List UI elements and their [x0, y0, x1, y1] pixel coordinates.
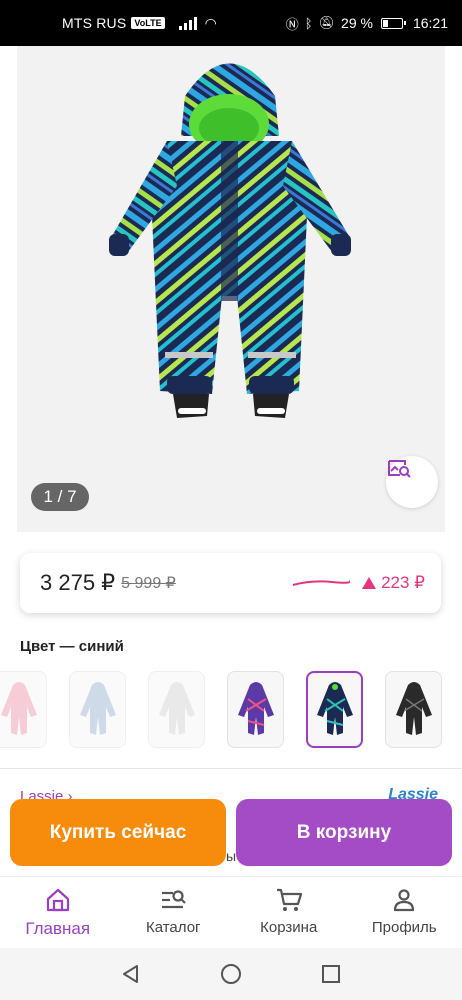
image-search-button[interactable]: [386, 456, 438, 508]
nav-catalog-label: Каталог: [145, 919, 201, 936]
recents-icon[interactable]: [320, 963, 342, 985]
signal-icon: [178, 16, 197, 30]
price-delta: 223 ₽: [362, 573, 425, 593]
price-delta-value: 223 ₽: [381, 573, 425, 592]
swatch-purple[interactable]: [227, 671, 284, 748]
product-gallery[interactable]: 1 / 7: [17, 46, 445, 532]
swatch-light-blue[interactable]: [69, 671, 126, 748]
cart-icon: [276, 888, 302, 911]
nav-home-label: Главная: [25, 919, 91, 938]
price-trend-line: [292, 580, 351, 586]
bluetooth-icon: ᛒ: [304, 15, 313, 31]
status-bar: MTS RUS VoLTE ◠ Ⓝ ᛒ 🔕︎ 29 % 16:21: [0, 0, 462, 46]
back-icon[interactable]: [120, 963, 142, 985]
buy-now-button[interactable]: Купить сейчас: [10, 799, 226, 866]
old-price: 5 999 ₽: [121, 575, 176, 592]
add-to-cart-button[interactable]: В корзину: [236, 799, 452, 866]
carrier-name: MTS RUS: [62, 15, 127, 31]
swatch-pink[interactable]: [0, 671, 47, 748]
mute-icon: 🔕︎: [318, 15, 336, 30]
current-price: 3 275 ₽: [40, 570, 116, 595]
bottom-nav: Главная Каталог Корзина Профиль: [0, 876, 462, 948]
battery-percent: 29 %: [341, 15, 373, 31]
profile-icon: [394, 889, 415, 912]
battery-icon: [380, 17, 406, 29]
nfc-icon: Ⓝ: [285, 16, 299, 32]
system-nav-bar: [0, 948, 462, 1000]
nav-home[interactable]: Главная: [0, 877, 116, 948]
wifi-icon: ◠: [204, 14, 217, 31]
nav-cart[interactable]: Корзина: [231, 877, 347, 948]
color-label: Цвет — синий: [20, 638, 124, 655]
nav-catalog[interactable]: Каталог: [116, 877, 232, 948]
image-search-icon: [388, 460, 411, 478]
home-icon: [46, 888, 69, 912]
image-counter: 1 / 7: [31, 483, 89, 511]
swatch-white[interactable]: [148, 671, 205, 748]
nav-cart-label: Корзина: [260, 919, 318, 936]
catalog-search-icon: [162, 890, 187, 909]
color-swatches: [0, 671, 442, 748]
swatch-black[interactable]: [385, 671, 442, 748]
triangle-up-icon: [362, 577, 377, 589]
home-circle-icon[interactable]: [220, 963, 242, 985]
price-card: 3 275 ₽ 5 999 ₽ 223 ₽: [20, 553, 441, 613]
product-image: [109, 63, 351, 418]
clock: 16:21: [412, 15, 448, 31]
divider: [0, 768, 462, 769]
swatch-blue-green[interactable]: [306, 671, 363, 748]
nav-profile-label: Профиль: [371, 919, 437, 936]
obscured-text: ы: [226, 848, 237, 864]
volte-badge: VoLTE: [131, 17, 165, 29]
nav-profile[interactable]: Профиль: [347, 877, 462, 948]
